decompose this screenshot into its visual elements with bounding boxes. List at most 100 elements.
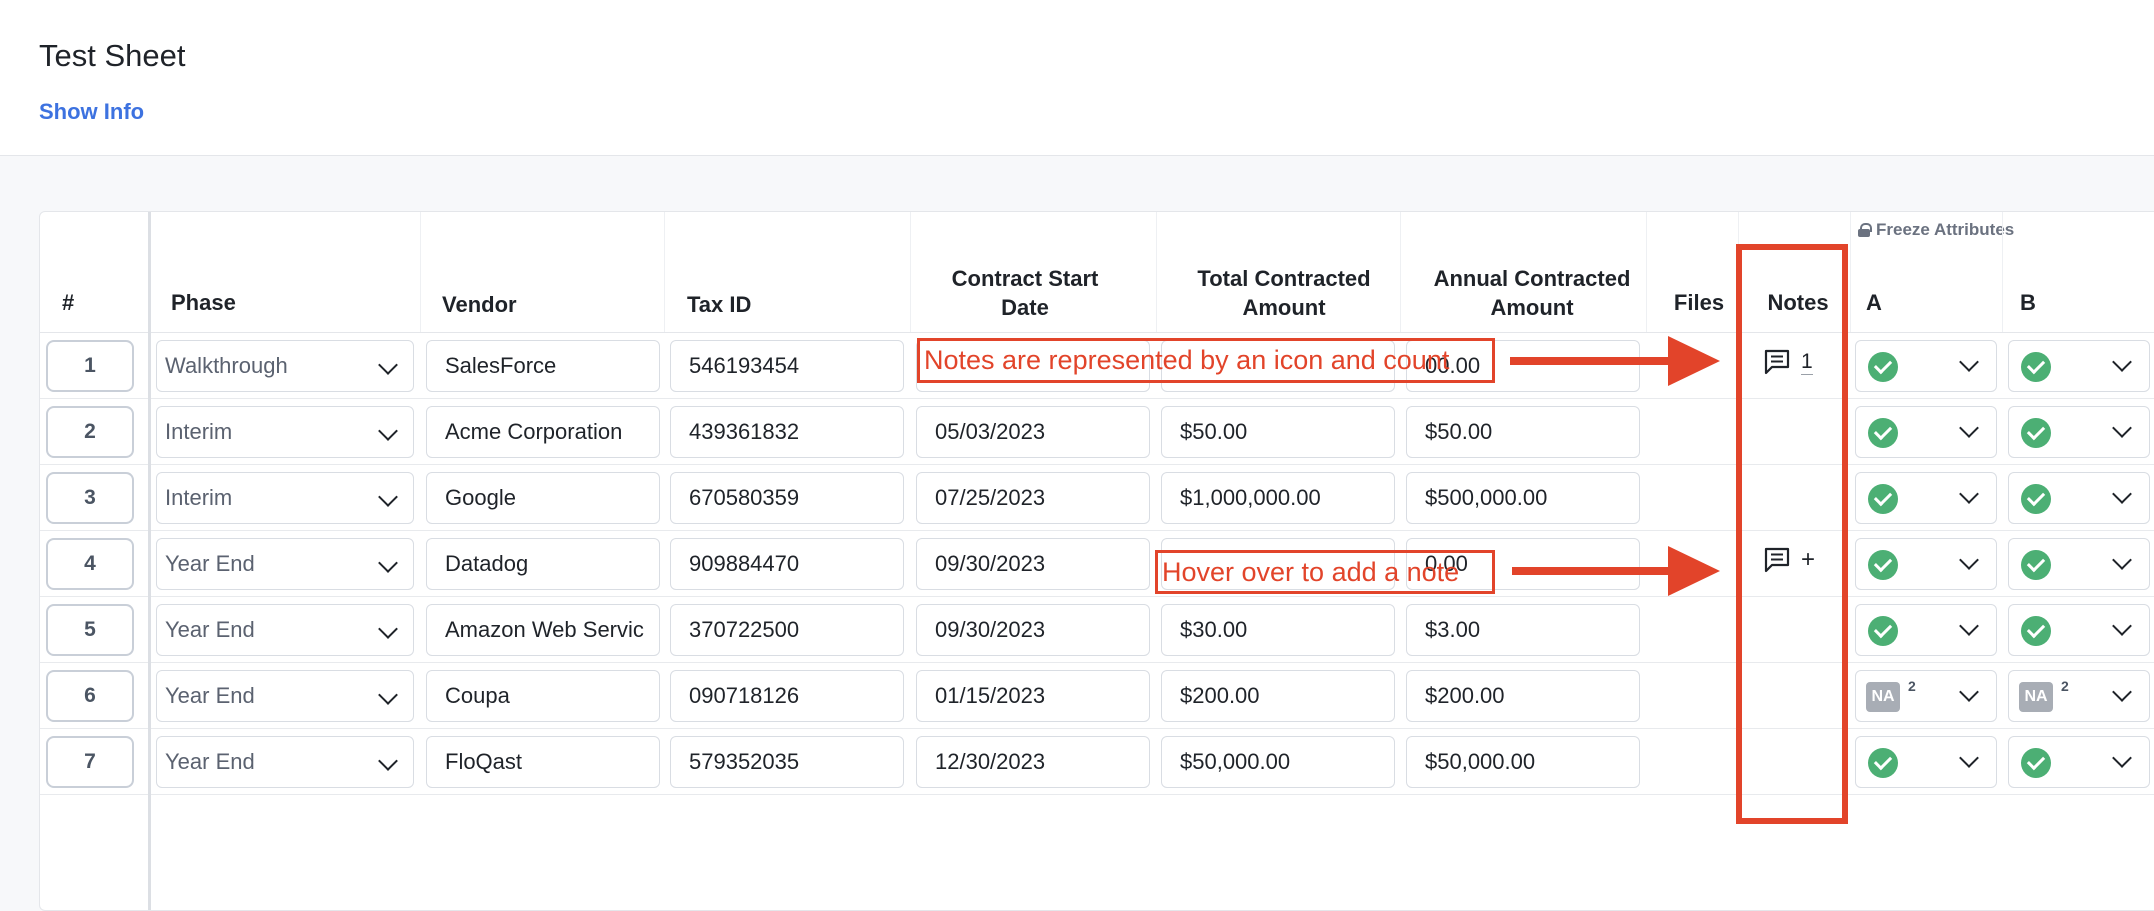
attribute-a-select[interactable] xyxy=(1855,538,1997,590)
vendor-field[interactable]: Coupa xyxy=(426,670,660,722)
row-number[interactable]: 4 xyxy=(46,538,134,590)
vendor-field[interactable]: SalesForce xyxy=(426,340,660,392)
phase-select-value: Interim xyxy=(165,485,233,510)
attribute-b-select[interactable] xyxy=(2008,472,2150,524)
attribute-a-select[interactable] xyxy=(1855,736,1997,788)
vendor-field[interactable]: Acme Corporation xyxy=(426,406,660,458)
lock-icon xyxy=(1858,223,1872,237)
contract-start-date-field[interactable]: 12/30/2023 xyxy=(916,736,1150,788)
phase-select[interactable]: Year End xyxy=(156,670,414,722)
row-number[interactable]: 6 xyxy=(46,670,134,722)
column-separator xyxy=(1646,212,1647,332)
attribute-a-select[interactable] xyxy=(1855,340,1997,392)
attribute-b-select[interactable] xyxy=(2008,538,2150,590)
check-circle-icon xyxy=(1868,550,1898,580)
check-circle-icon xyxy=(1868,352,1898,382)
phase-select[interactable]: Walkthrough xyxy=(156,340,414,392)
attribute-b-select[interactable] xyxy=(2008,340,2150,392)
annual-contracted-amount-field[interactable]: $200.00 xyxy=(1406,670,1640,722)
annual-contracted-amount-field[interactable]: $50,000.00 xyxy=(1406,736,1640,788)
attribute-b-select[interactable] xyxy=(2008,604,2150,656)
phase-select[interactable]: Year End xyxy=(156,736,414,788)
annual-contracted-amount-field[interactable]: $3.00 xyxy=(1406,604,1640,656)
chevron-down-icon xyxy=(1959,550,1979,570)
annotation-hover-add-note: Hover over to add a note xyxy=(1155,550,1495,594)
column-separator xyxy=(1850,212,1851,332)
phase-select[interactable]: Interim xyxy=(156,472,414,524)
page-title: Test Sheet xyxy=(39,38,186,73)
contract-start-date-field[interactable]: 09/30/2023 xyxy=(916,604,1150,656)
column-separator xyxy=(664,212,665,332)
check-circle-icon xyxy=(2021,748,2051,778)
chevron-down-icon xyxy=(378,751,398,771)
vendor-field[interactable]: FloQast xyxy=(426,736,660,788)
annual-contracted-amount-field[interactable]: $500,000.00 xyxy=(1406,472,1640,524)
phase-select-value: Interim xyxy=(165,419,233,444)
tax-id-field[interactable]: 546193454 xyxy=(670,340,904,392)
vendor-field[interactable]: Amazon Web Servic xyxy=(426,604,660,656)
chevron-down-icon xyxy=(2112,748,2132,768)
header-total-contracted-amount[interactable]: Total Contracted Amount xyxy=(1184,260,1384,326)
tax-id-field[interactable]: 090718126 xyxy=(670,670,904,722)
attribute-a-select[interactable] xyxy=(1855,406,1997,458)
header-attribute-a[interactable]: A xyxy=(1866,272,1906,332)
total-contracted-amount-field[interactable]: $1,000,000.00 xyxy=(1161,472,1395,524)
attribute-a-select[interactable]: NA 2 xyxy=(1855,670,1997,722)
header-contract-start-date[interactable]: Contract Start Date xyxy=(940,260,1110,326)
column-separator xyxy=(2002,212,2003,332)
chevron-down-icon xyxy=(1959,616,1979,636)
row-number[interactable]: 7 xyxy=(46,736,134,788)
check-circle-icon xyxy=(1868,748,1898,778)
header-annual-contracted-amount[interactable]: Annual Contracted Amount xyxy=(1422,260,1642,326)
check-circle-icon xyxy=(2021,418,2051,448)
attribute-a-select[interactable] xyxy=(1855,604,1997,656)
total-contracted-amount-field[interactable]: $50.00 xyxy=(1161,406,1395,458)
header-vendor[interactable]: Vendor xyxy=(442,274,602,334)
attribute-b-select[interactable] xyxy=(2008,406,2150,458)
check-circle-icon xyxy=(2021,484,2051,514)
tax-id-field[interactable]: 909884470 xyxy=(670,538,904,590)
chevron-down-icon xyxy=(2112,352,2132,372)
row-number[interactable]: 5 xyxy=(46,604,134,656)
na-badge: NA xyxy=(2019,682,2053,712)
contract-start-date-field[interactable]: 01/15/2023 xyxy=(916,670,1150,722)
column-separator xyxy=(1400,212,1401,332)
total-contracted-amount-field[interactable]: $200.00 xyxy=(1161,670,1395,722)
header-attribute-b[interactable]: B xyxy=(2020,272,2060,332)
check-circle-icon xyxy=(2021,550,2051,580)
attribute-b-select[interactable]: NA 2 xyxy=(2008,670,2150,722)
contract-start-date-field[interactable]: 07/25/2023 xyxy=(916,472,1150,524)
tax-id-field[interactable]: 439361832 xyxy=(670,406,904,458)
phase-select[interactable]: Year End xyxy=(156,604,414,656)
vendor-field[interactable]: Datadog xyxy=(426,538,660,590)
vendor-field[interactable]: Google xyxy=(426,472,660,524)
tax-id-field[interactable]: 579352035 xyxy=(670,736,904,788)
row-number[interactable]: 3 xyxy=(46,472,134,524)
row-number[interactable]: 1 xyxy=(46,340,134,392)
check-circle-icon xyxy=(1868,418,1898,448)
total-contracted-amount-field[interactable]: $50,000.00 xyxy=(1161,736,1395,788)
show-info-link[interactable]: Show Info xyxy=(39,99,144,125)
freeze-attributes-toggle[interactable]: Freeze Attributes xyxy=(1858,220,2014,240)
total-contracted-amount-field[interactable]: $30.00 xyxy=(1161,604,1395,656)
header-files[interactable]: Files xyxy=(1664,272,1734,332)
phase-select-value: Year End xyxy=(165,749,255,774)
contract-start-date-field[interactable]: 09/30/2023 xyxy=(916,538,1150,590)
chevron-down-icon xyxy=(378,685,398,705)
phase-select[interactable]: Year End xyxy=(156,538,414,590)
chevron-down-icon xyxy=(1959,418,1979,438)
phase-select[interactable]: Interim xyxy=(156,406,414,458)
annotation-notes-icon-count: Notes are represented by an icon and cou… xyxy=(917,338,1495,383)
chevron-down-icon xyxy=(2112,616,2132,636)
contract-start-date-field[interactable]: 05/03/2023 xyxy=(916,406,1150,458)
row-number[interactable]: 2 xyxy=(46,406,134,458)
check-circle-icon xyxy=(2021,352,2051,382)
annual-contracted-amount-field[interactable]: $50.00 xyxy=(1406,406,1640,458)
tax-id-field[interactable]: 370722500 xyxy=(670,604,904,656)
tax-id-field[interactable]: 670580359 xyxy=(670,472,904,524)
header-tax-id[interactable]: Tax ID xyxy=(687,274,847,334)
attribute-b-select[interactable] xyxy=(2008,736,2150,788)
header-phase[interactable]: Phase xyxy=(171,272,351,332)
chevron-down-icon xyxy=(378,421,398,441)
attribute-a-select[interactable] xyxy=(1855,472,1997,524)
